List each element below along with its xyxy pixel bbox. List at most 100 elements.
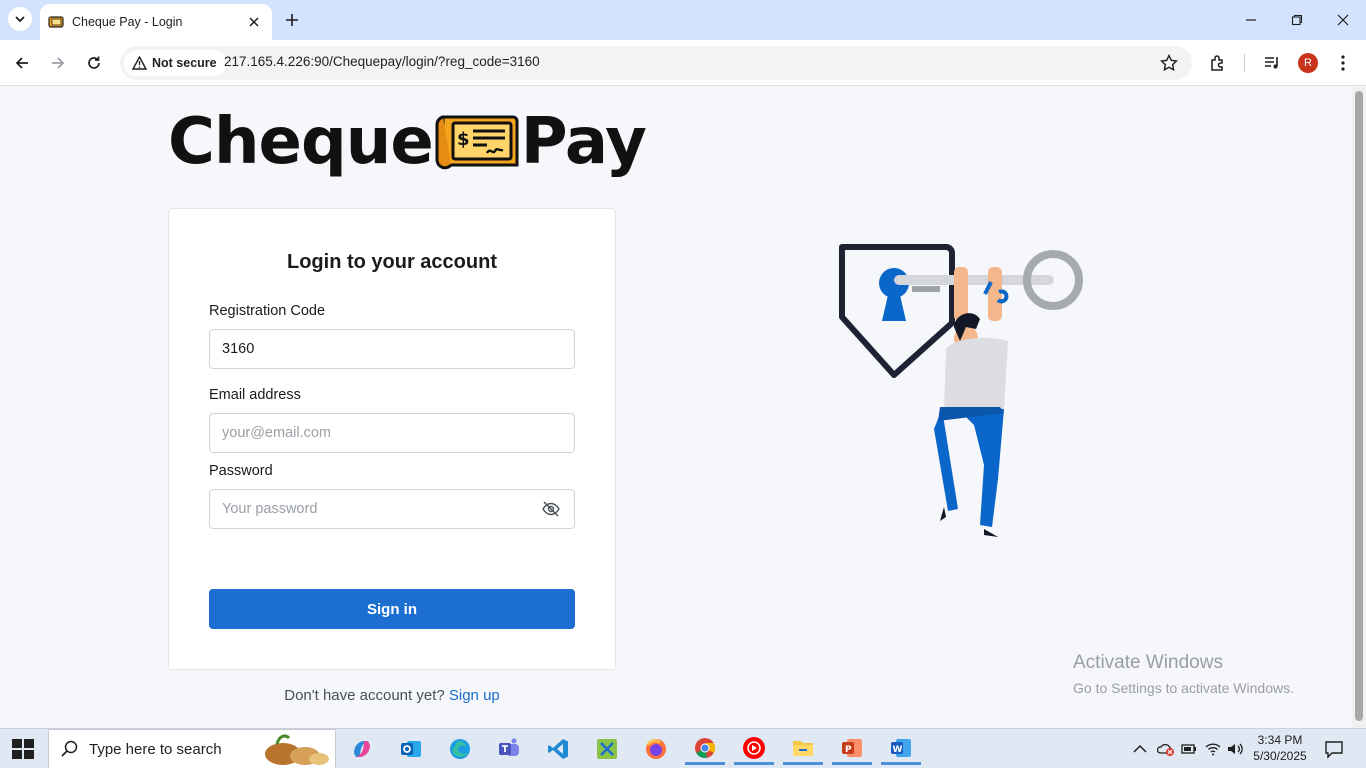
warning-icon [132, 56, 147, 70]
svg-text:P: P [845, 745, 852, 755]
battery-icon[interactable] [1181, 742, 1197, 756]
activate-windows-title: Activate Windows [1073, 652, 1223, 673]
windows-start-icon[interactable] [12, 739, 34, 759]
activate-windows-subtitle: Go to Settings to activate Windows. [1073, 680, 1294, 696]
chrome-app[interactable] [685, 733, 725, 765]
security-key-illustration [839, 244, 1083, 537]
outlook-icon [401, 741, 421, 757]
login-card: Login to your account Registration Code … [168, 208, 616, 670]
taskbar-search-text: Type here to search [89, 740, 222, 758]
firefox-icon [646, 739, 666, 759]
plus-icon [286, 14, 298, 26]
taskbar-search[interactable]: Type here to search [48, 729, 336, 768]
notifications-icon[interactable] [1324, 739, 1344, 759]
minimize-icon [1246, 19, 1256, 21]
security-indicator[interactable]: Not secure [124, 50, 227, 76]
clock-date: 5/30/2025 [1253, 749, 1307, 763]
taskbar-clock[interactable]: 3:34 PM 5/30/2025 [1250, 732, 1310, 764]
browser-tab[interactable]: Cheque Pay - Login [40, 4, 272, 40]
restore-icon [1291, 14, 1303, 26]
logo-text-cheque: Cheque [168, 105, 434, 179]
email-label: Email address [209, 387, 301, 403]
profile-avatar[interactable]: R [1298, 53, 1318, 73]
restore-button[interactable] [1274, 8, 1320, 32]
close-icon [1337, 14, 1349, 26]
activate-windows-watermark: Activate Windows Go to Settings to activ… [1073, 652, 1294, 696]
tool-app[interactable] [587, 733, 627, 765]
word-icon: W [891, 738, 911, 757]
chevron-up-icon[interactable] [1133, 744, 1147, 754]
cheque-favicon-icon [48, 14, 64, 30]
system-tray [1133, 739, 1243, 759]
chrome-icon [695, 737, 716, 758]
svg-text:$: $ [457, 129, 470, 150]
eye-off-icon [542, 501, 560, 517]
scrollbar-thumb[interactable] [1355, 91, 1363, 721]
page-scrollbar[interactable] [1352, 87, 1366, 728]
tab-search-button[interactable] [8, 7, 32, 31]
svg-text:W: W [893, 745, 903, 755]
powerpoint-icon: P [842, 738, 862, 757]
file-explorer-app[interactable] [783, 733, 823, 765]
edge-icon [450, 739, 470, 759]
address-bar[interactable]: Not secure 217.165.4.226:90/Chequepay/lo… [120, 46, 1192, 80]
email-input[interactable] [209, 413, 575, 453]
browser-toolbar: Not secure 217.165.4.226:90/Chequepay/lo… [0, 40, 1366, 86]
sign-up-link[interactable]: Sign up [449, 687, 500, 704]
potatoes-icon [265, 734, 329, 765]
teams-icon [499, 738, 519, 756]
search-icon [61, 740, 78, 757]
firefox-app[interactable] [636, 733, 676, 765]
registration-code-input[interactable] [209, 329, 575, 369]
toggle-password-visibility[interactable] [539, 497, 563, 521]
youtube-music-icon [743, 736, 765, 759]
copilot-icon [354, 741, 370, 757]
vscode-app[interactable] [538, 733, 578, 765]
security-label: Not secure [152, 56, 217, 70]
bookmark-star-icon[interactable] [1160, 54, 1178, 72]
chevron-down-icon [15, 16, 25, 23]
registration-code-label: Registration Code [209, 303, 326, 319]
arrow-right-icon [52, 57, 65, 69]
page-content: Cheque $ Pay Login to your account Regis… [0, 87, 1352, 728]
volume-icon[interactable] [1227, 742, 1243, 756]
reload-icon [88, 56, 100, 69]
browser-tab-bar: Cheque Pay - Login [0, 0, 1366, 40]
minimize-button[interactable] [1228, 8, 1274, 32]
youtube-music-app[interactable] [734, 733, 774, 765]
signup-prompt: Don't have account yet? Sign up [168, 687, 616, 704]
puzzle-icon [1211, 55, 1223, 71]
file-explorer-icon [793, 740, 813, 756]
media-controls-button[interactable] [1261, 52, 1283, 74]
back-button[interactable] [9, 50, 35, 76]
browser-menu-button[interactable] [1332, 52, 1354, 74]
onedrive-error-icon[interactable] [1157, 741, 1175, 757]
word-app[interactable]: W [881, 733, 921, 765]
edge-app[interactable] [440, 733, 480, 765]
toolbar-divider [1244, 54, 1245, 72]
windows-taskbar: Type here to search P W 3:34 PM 5/30/202… [0, 728, 1366, 768]
wifi-icon[interactable] [1205, 742, 1221, 756]
url-text[interactable]: 217.165.4.226:90/Chequepay/login/?reg_co… [224, 54, 540, 69]
close-window-button[interactable] [1320, 8, 1366, 32]
password-input[interactable] [209, 489, 575, 529]
close-tab-icon[interactable] [246, 14, 262, 30]
login-title: Login to your account [287, 251, 497, 273]
tool-icon [597, 739, 617, 759]
reload-button[interactable] [81, 50, 107, 76]
cheque-icon: $ [435, 115, 519, 170]
arrow-left-icon [15, 57, 28, 69]
outlook-app[interactable] [391, 733, 431, 765]
media-queue-icon [1265, 57, 1278, 69]
powerpoint-app[interactable]: P [832, 733, 872, 765]
chequepay-logo: Cheque $ Pay [168, 105, 647, 179]
new-tab-button[interactable] [282, 8, 302, 32]
forward-button[interactable] [45, 50, 71, 76]
password-label: Password [209, 463, 273, 479]
vscode-icon [548, 739, 568, 759]
tab-title: Cheque Pay - Login [72, 15, 183, 29]
teams-app[interactable] [489, 733, 529, 765]
sign-in-button[interactable]: Sign in [209, 589, 575, 629]
copilot-app[interactable] [342, 733, 382, 765]
extensions-button[interactable] [1207, 52, 1229, 74]
